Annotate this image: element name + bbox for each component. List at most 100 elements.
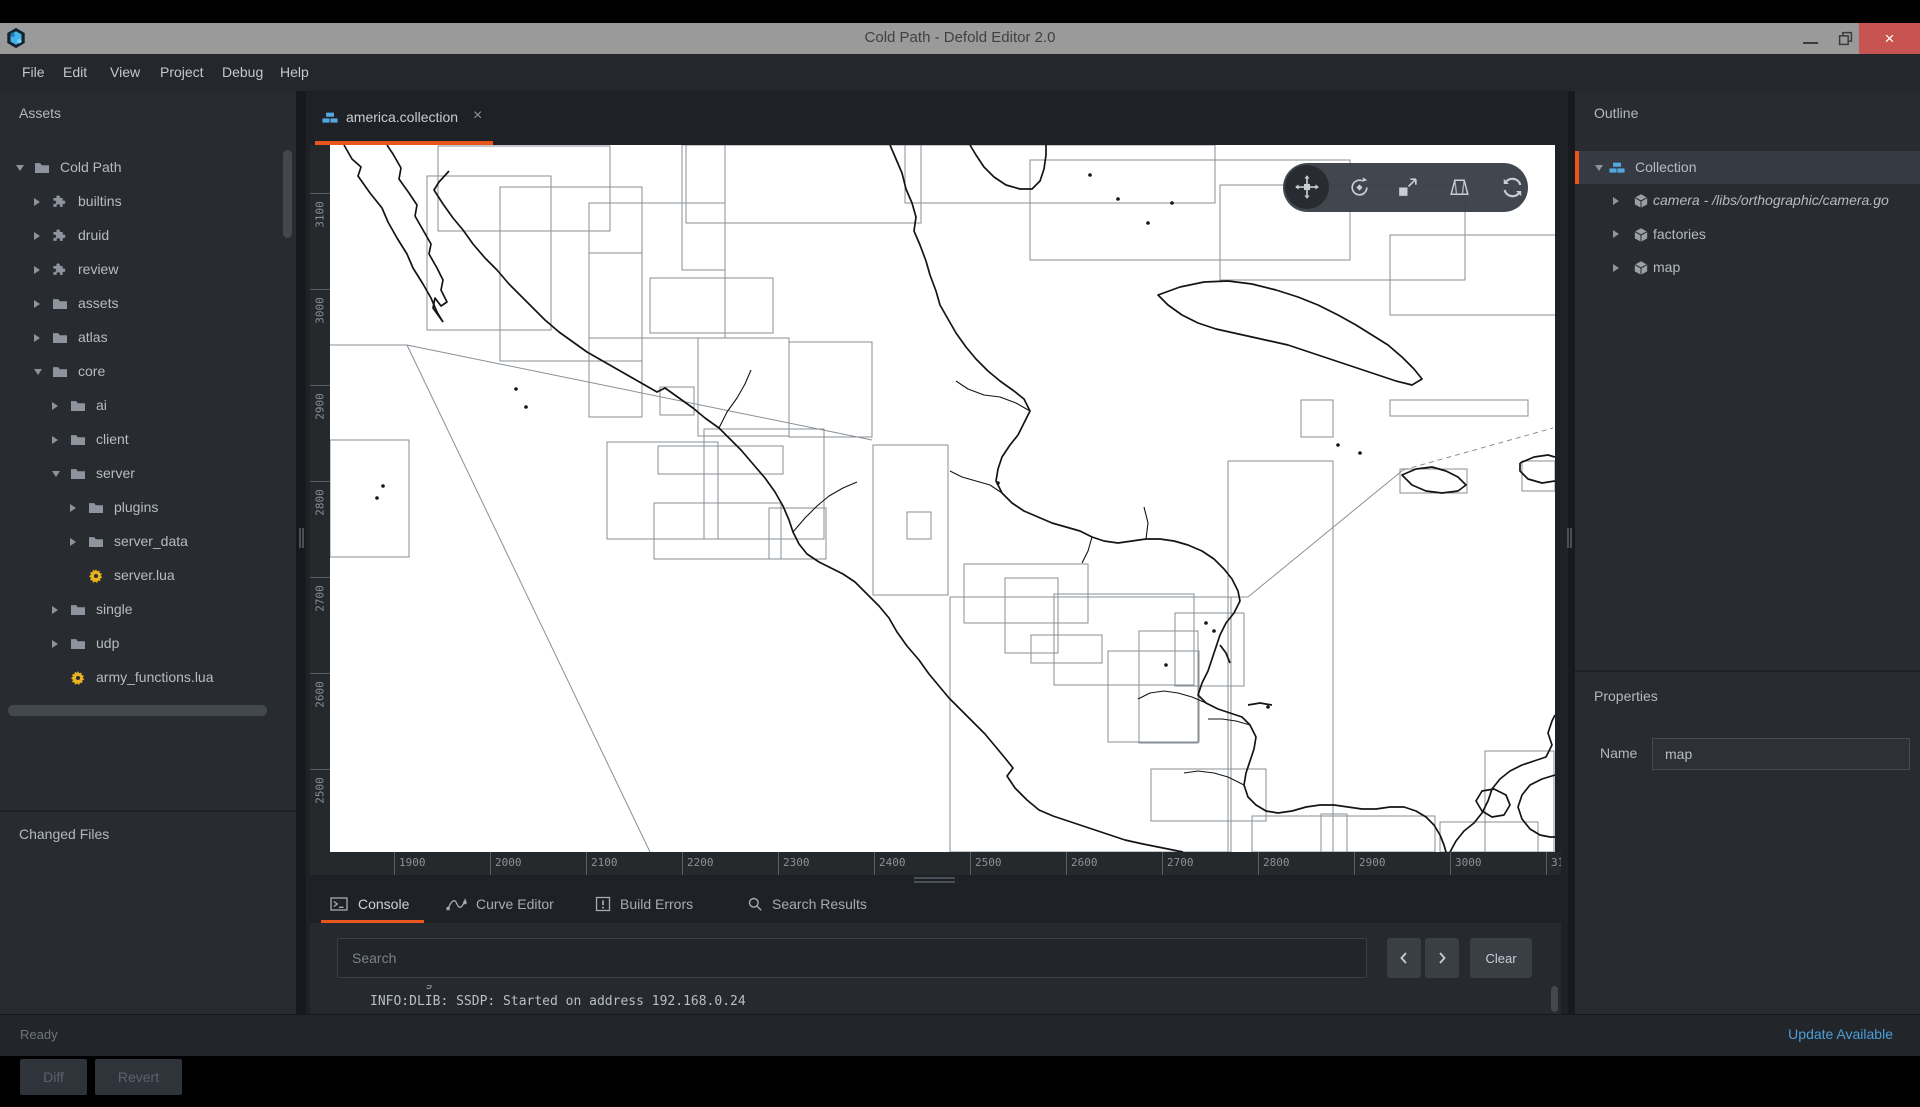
expander-closed-icon[interactable] — [34, 232, 40, 240]
statusbar: Ready Update Available — [0, 1014, 1920, 1056]
expander-open-icon[interactable] — [34, 369, 42, 375]
right-splitter-handle-2[interactable] — [1570, 528, 1572, 548]
folder-icon — [70, 466, 86, 482]
scale-tool-button[interactable] — [1383, 163, 1431, 212]
left-splitter-handle[interactable] — [299, 528, 301, 548]
folder-icon — [88, 534, 104, 550]
outline-row-camera[interactable]: camera - /libs/orthographic/camera.go — [1575, 185, 1920, 218]
asset-row-army-functions-lua[interactable]: army_functions.lua — [0, 661, 296, 695]
bottom-splitter-handle-2[interactable] — [914, 881, 955, 883]
console-tab-search-results[interactable]: Search Results — [747, 884, 867, 923]
refresh-tool-button[interactable] — [1488, 163, 1536, 212]
expander-closed-icon[interactable] — [34, 300, 40, 308]
bottom-splitter-handle[interactable] — [914, 877, 955, 879]
selection-indicator — [1575, 151, 1579, 184]
menu-edit[interactable]: Edit — [63, 54, 87, 91]
vertical-ruler: 3100300029002800270026002500 — [310, 145, 330, 852]
name-field-input[interactable] — [1652, 738, 1910, 770]
console-tab-build-errors[interactable]: Build Errors — [595, 884, 693, 923]
cube-icon — [1633, 260, 1649, 276]
outline-row-map[interactable]: map — [1575, 252, 1920, 285]
revert-button[interactable]: Revert — [95, 1059, 182, 1095]
menu-debug[interactable]: Debug — [222, 54, 263, 91]
expander-closed-icon[interactable] — [1613, 230, 1619, 238]
perspective-tool-button[interactable] — [1435, 163, 1483, 212]
asset-row-udp[interactable]: udp — [0, 627, 296, 661]
terminal-icon — [330, 896, 349, 912]
lua-icon — [88, 568, 104, 584]
asset-row-core[interactable]: core — [0, 355, 296, 389]
console-scrollbar[interactable] — [1551, 986, 1558, 1012]
expander-open-icon[interactable] — [16, 165, 24, 171]
expander-closed-icon[interactable] — [52, 402, 58, 410]
expander-closed-icon[interactable] — [34, 334, 40, 342]
expander-open-icon[interactable] — [52, 471, 60, 477]
right-splitter-handle[interactable] — [1567, 528, 1569, 548]
asset-row-druid[interactable]: druid — [0, 219, 296, 253]
asset-row-atlas[interactable]: atlas — [0, 321, 296, 355]
console-log-line: INFO:DLIB: SSDP: Started on address 192.… — [370, 994, 746, 1009]
puzzle-icon — [52, 194, 68, 210]
route-lines — [330, 345, 1553, 852]
expander-closed-icon[interactable] — [52, 436, 58, 444]
folder-icon — [52, 296, 68, 312]
find-next-button[interactable] — [1425, 938, 1459, 978]
close-button[interactable]: × — [1859, 23, 1920, 54]
outline-row-factories[interactable]: factories — [1575, 218, 1920, 251]
expander-closed-icon[interactable] — [52, 606, 58, 614]
asset-row-cold-path[interactable]: Cold Path — [0, 151, 296, 185]
asset-row-builtins[interactable]: builtins — [0, 185, 296, 219]
asset-row-client[interactable]: client — [0, 423, 296, 457]
update-available-link[interactable]: Update Available — [1788, 1026, 1893, 1042]
console-tab-console[interactable]: Console — [330, 884, 409, 923]
restore-button[interactable] — [1830, 23, 1860, 54]
expander-closed-icon[interactable] — [1613, 197, 1619, 205]
expander-closed-icon[interactable] — [70, 504, 76, 512]
rotate-tool-button[interactable] — [1335, 163, 1383, 212]
assets-horizontal-scrollbar[interactable] — [8, 705, 267, 716]
assets-vertical-scrollbar[interactable] — [283, 150, 292, 238]
puzzle-icon — [52, 228, 68, 244]
menubar: File Edit View Project Debug Help — [0, 54, 1920, 92]
minimize-button[interactable] — [1793, 23, 1827, 54]
folder-icon — [70, 602, 86, 618]
diff-button[interactable]: Diff — [20, 1059, 87, 1095]
outline-panel-title: Outline — [1594, 105, 1638, 121]
left-splitter-handle-2[interactable] — [302, 528, 304, 548]
chevron-left-icon — [1397, 950, 1411, 966]
menu-help[interactable]: Help — [280, 54, 309, 91]
expander-open-icon[interactable] — [1595, 165, 1603, 171]
tab-label: america.collection — [346, 109, 458, 125]
expander-closed-icon[interactable] — [52, 640, 58, 648]
scene-canvas[interactable] — [330, 145, 1555, 852]
asset-row-review[interactable]: review — [0, 253, 296, 287]
expander-closed-icon[interactable] — [34, 198, 40, 206]
asset-row-plugins[interactable]: plugins — [0, 491, 296, 525]
console-tab-curve-editor[interactable]: Curve Editor — [446, 884, 554, 923]
scale-icon — [1395, 175, 1420, 200]
changed-files-section: Changed Files Diff Revert — [0, 810, 296, 1107]
expander-closed-icon[interactable] — [1613, 264, 1619, 272]
asset-row-server[interactable]: server — [0, 457, 296, 491]
clear-console-button[interactable]: Clear — [1470, 938, 1532, 978]
assets-panel: Assets Cold Pathbuiltinsdruidreviewasset… — [0, 91, 296, 1014]
expander-closed-icon[interactable] — [34, 266, 40, 274]
move-tool-button[interactable] — [1285, 165, 1329, 209]
tab-close-icon[interactable]: × — [473, 107, 482, 125]
internal-borders — [719, 370, 1250, 785]
tab-america-collection[interactable]: america.collection × — [315, 91, 493, 145]
asset-row-ai[interactable]: ai — [0, 389, 296, 423]
asset-row-single[interactable]: single — [0, 593, 296, 627]
assets-tree: Cold Pathbuiltinsdruidreviewassetsatlasc… — [0, 91, 296, 719]
asset-row-server-data[interactable]: server_data — [0, 525, 296, 559]
menu-project[interactable]: Project — [160, 54, 204, 91]
outline-row-collection[interactable]: Collection — [1575, 151, 1920, 184]
rotate-icon — [1347, 175, 1372, 200]
expander-closed-icon[interactable] — [70, 538, 76, 546]
asset-row-server-lua[interactable]: server.lua — [0, 559, 296, 593]
menu-view[interactable]: View — [110, 54, 140, 91]
menu-file[interactable]: File — [22, 54, 45, 91]
asset-row-assets[interactable]: assets — [0, 287, 296, 321]
find-previous-button[interactable] — [1387, 938, 1421, 978]
console-search-input[interactable] — [337, 938, 1367, 978]
